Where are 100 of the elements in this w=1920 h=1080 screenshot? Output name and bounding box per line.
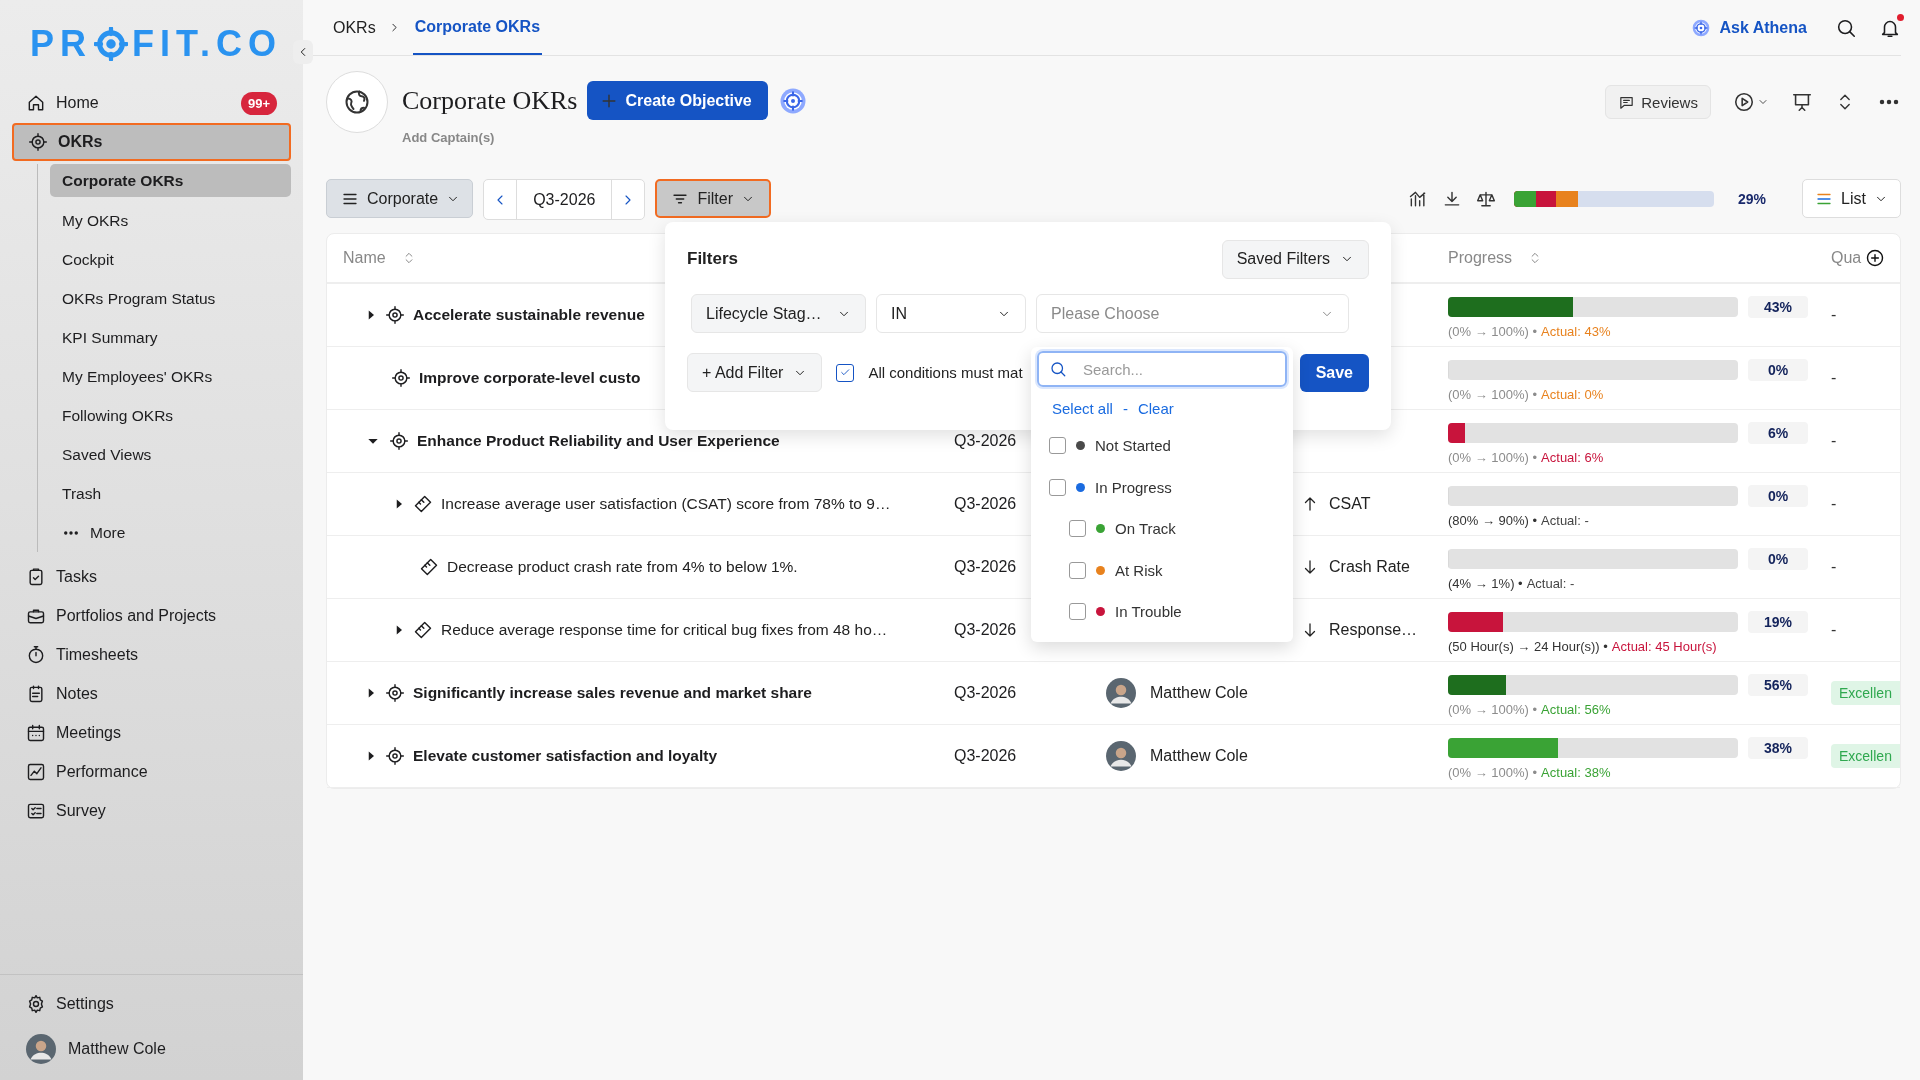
submenu-item[interactable]: My Employees' OKRs bbox=[50, 358, 291, 396]
checklist-icon bbox=[26, 801, 46, 821]
save-button[interactable]: Save bbox=[1299, 353, 1369, 392]
kpi-name: Crash Rate bbox=[1329, 558, 1410, 576]
progress-percent: 56% bbox=[1748, 673, 1808, 696]
column-header[interactable]: Name bbox=[343, 249, 386, 267]
nav-item[interactable]: Home 99+ bbox=[12, 84, 291, 122]
nav-item[interactable]: Portfolios and Projects bbox=[12, 597, 291, 635]
progress-percent: 29% bbox=[1738, 190, 1766, 207]
user-name[interactable]: Matthew Cole bbox=[68, 1040, 166, 1058]
panel-title: Filters bbox=[687, 249, 739, 269]
option-label[interactable]: Not Started bbox=[1095, 437, 1171, 455]
quality-value: - bbox=[1831, 432, 1837, 449]
submenu-item[interactable]: Trash bbox=[50, 475, 291, 513]
column-header[interactable]: Progress bbox=[1448, 249, 1513, 267]
select-all-link[interactable]: Select all bbox=[1052, 399, 1113, 417]
checkbox[interactable] bbox=[1049, 478, 1066, 496]
quality-value: - bbox=[1831, 369, 1837, 386]
submenu-item[interactable]: Cockpit bbox=[50, 241, 291, 279]
submenu-item[interactable]: KPI Summary bbox=[50, 319, 291, 357]
option-label[interactable]: On Track bbox=[1115, 520, 1176, 538]
briefcase-icon bbox=[26, 606, 46, 626]
row-title[interactable]: Increase average user satisfaction (CSAT) score from 78% to 9… bbox=[441, 495, 891, 513]
clipboard-icon bbox=[26, 567, 46, 587]
submenu-item[interactable]: More bbox=[50, 514, 291, 552]
submenu-item[interactable]: My OKRs bbox=[50, 202, 291, 240]
checkbox[interactable] bbox=[1069, 520, 1086, 538]
submenu-item[interactable]: OKRs Program Status bbox=[50, 280, 291, 318]
ruler-icon bbox=[419, 557, 439, 577]
nav-item[interactable]: OKRs bbox=[12, 123, 291, 161]
add-column-icon[interactable] bbox=[1865, 248, 1886, 268]
target-range: (0% → 100%) • bbox=[1448, 701, 1538, 717]
target-icon bbox=[385, 305, 405, 325]
actual-value: Actual: - bbox=[1526, 575, 1575, 591]
submenu-item[interactable]: Corporate OKRs bbox=[50, 164, 291, 197]
nav-item[interactable]: Survey bbox=[12, 792, 291, 830]
breadcrumb[interactable]: OKRs bbox=[333, 18, 376, 37]
target-icon bbox=[389, 431, 409, 451]
option-label[interactable]: At Risk bbox=[1115, 561, 1163, 579]
notepad-icon bbox=[26, 684, 46, 704]
play-menu[interactable] bbox=[1732, 91, 1769, 113]
reviews-button[interactable]: Reviews bbox=[1605, 85, 1711, 119]
saved-filters-dropdown[interactable]: Saved Filters bbox=[1221, 239, 1369, 279]
home-icon bbox=[26, 93, 46, 113]
add-filter-button[interactable]: + Add Filter bbox=[687, 353, 823, 392]
row-title[interactable]: Reduce average response time for critical bug fixes from 48 ho… bbox=[441, 621, 888, 639]
kpi-name: CSAT bbox=[1329, 495, 1371, 513]
nav-item[interactable]: Timesheets bbox=[12, 636, 291, 674]
presentation-icon[interactable] bbox=[1790, 91, 1813, 113]
assistant-icon[interactable] bbox=[1691, 17, 1712, 38]
progress-percent: 0% bbox=[1748, 484, 1808, 507]
scope-dropdown[interactable]: Corporate bbox=[326, 179, 474, 218]
row-title[interactable]: Enhance Product Reliability and User Experience bbox=[417, 432, 780, 450]
checkbox-label: All conditions must mat bbox=[868, 364, 1023, 381]
nav-item[interactable]: Meetings bbox=[12, 714, 291, 752]
search-box[interactable]: Search... bbox=[1037, 351, 1287, 387]
checkbox[interactable] bbox=[1049, 437, 1066, 455]
target-range: (80% → 90%) • bbox=[1448, 512, 1538, 528]
submenu-item[interactable]: Saved Views bbox=[50, 436, 291, 474]
actual-value: Actual: 45 Hour(s) bbox=[1611, 638, 1717, 654]
view-dropdown[interactable]: List bbox=[1802, 179, 1901, 218]
actual-value: Actual: 0% bbox=[1541, 386, 1604, 402]
submenu-item[interactable]: Following OKRs bbox=[50, 397, 291, 435]
value-dropdown[interactable]: Please Choose bbox=[1036, 294, 1349, 333]
page-title: Corporate OKRs bbox=[402, 85, 578, 116]
quality-badge: Excellen bbox=[1831, 744, 1900, 768]
search-field[interactable]: Search... bbox=[1081, 359, 1235, 379]
create-objective-button[interactable]: Create Objective bbox=[587, 81, 768, 120]
checkbox[interactable] bbox=[1069, 603, 1086, 621]
nav-item[interactable]: Tasks bbox=[12, 558, 291, 596]
row-title[interactable]: Improve corporate-level custo bbox=[419, 369, 641, 387]
period-cell: Q3-2026 bbox=[954, 558, 1017, 575]
operator-dropdown[interactable]: IN bbox=[876, 294, 1026, 333]
assistant-link[interactable]: Ask Athena bbox=[1691, 17, 1807, 38]
target-icon bbox=[385, 746, 405, 766]
filter-button[interactable]: Filter bbox=[655, 179, 771, 218]
row-title[interactable]: Elevate customer satisfaction and loyalty bbox=[413, 747, 718, 765]
field-dropdown[interactable]: Lifecycle Stag… bbox=[691, 294, 866, 333]
target-icon bbox=[385, 683, 405, 703]
clear-link[interactable]: Clear bbox=[1137, 399, 1174, 417]
target-icon bbox=[28, 132, 48, 152]
option-label[interactable]: In Trouble bbox=[1115, 603, 1182, 621]
row-title[interactable]: Decrease product crash rate from 4% to below 1%. bbox=[447, 558, 798, 576]
breadcrumb[interactable]: Corporate OKRs bbox=[412, 0, 543, 55]
progress-percent: 43% bbox=[1748, 295, 1808, 318]
actual-value: Actual: 43% bbox=[1541, 323, 1611, 339]
checkbox[interactable] bbox=[1069, 561, 1086, 579]
actual-value: Actual: 38% bbox=[1541, 764, 1611, 780]
period-cell: Q3-2026 bbox=[954, 747, 1017, 764]
settings-item[interactable]: Settings bbox=[12, 985, 291, 1023]
column-header[interactable]: Qua bbox=[1831, 249, 1862, 267]
period-cell: Q3-2026 bbox=[954, 495, 1017, 512]
quality-value: - bbox=[1831, 558, 1837, 575]
nav-item[interactable]: Notes bbox=[12, 675, 291, 713]
row-title[interactable]: Accelerate sustainable revenue bbox=[413, 306, 645, 324]
checkbox[interactable] bbox=[836, 363, 855, 382]
row-title[interactable]: Significantly increase sales revenue and market share bbox=[413, 684, 812, 702]
nav-item[interactable]: Performance bbox=[12, 753, 291, 791]
option-label[interactable]: In Progress bbox=[1095, 478, 1172, 496]
actual-value: Actual: 56% bbox=[1541, 701, 1611, 717]
